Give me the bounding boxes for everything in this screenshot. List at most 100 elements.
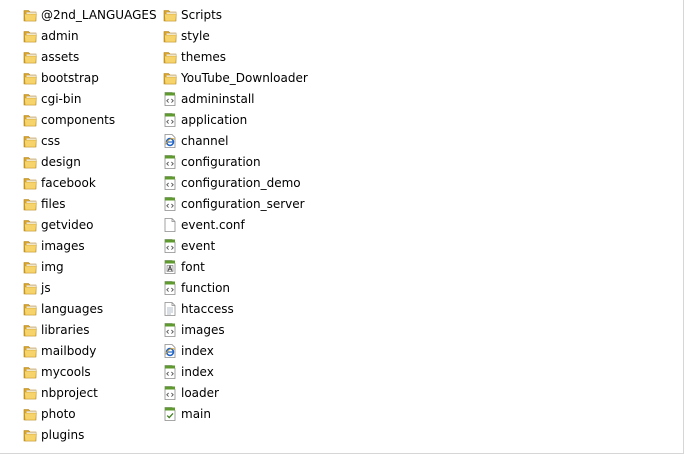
file-item-themes[interactable]: themes [162,46,309,67]
folder-icon [22,49,38,65]
file-item-components[interactable]: components [22,109,158,130]
file-item-img[interactable]: img [22,256,158,277]
folder-icon [22,112,38,128]
file-item-libraries[interactable]: libraries [22,319,158,340]
folder-icon [162,49,178,65]
file-item-languages[interactable]: languages [22,298,158,319]
folder-icon [22,91,38,107]
file-item-style[interactable]: style [162,25,309,46]
file-item-application[interactable]: application [162,109,309,130]
file-item-configuration-demo[interactable]: configuration_demo [162,172,309,193]
file-item-assets[interactable]: assets [22,46,158,67]
file-item-label: design [41,154,81,169]
file-item-js[interactable]: js [22,277,158,298]
file-item-mycools[interactable]: mycools [22,361,158,382]
file-item-function[interactable]: function [162,277,309,298]
file-item-label: YouTube_Downloader [181,70,308,85]
script-file-icon [162,154,178,170]
file-item-youtube-downloader[interactable]: YouTube_Downloader [162,67,309,88]
file-item-index[interactable]: index [162,340,309,361]
file-item-design[interactable]: design [22,151,158,172]
file-item-photo[interactable]: photo [22,403,158,424]
file-item-cgi-bin[interactable]: cgi-bin [22,88,158,109]
file-item-label: index [181,364,214,379]
file-item-bootstrap[interactable]: bootstrap [22,67,158,88]
file-item-label: font [181,259,205,274]
file-item-font[interactable]: font [162,256,309,277]
file-item-2nd-languages[interactable]: @2nd_LANGUAGES [22,4,158,25]
text-file-icon [162,301,178,317]
file-item-configuration-server[interactable]: configuration_server [162,193,309,214]
folder-icon [22,175,38,191]
file-item-label: components [41,112,116,127]
file-item-main[interactable]: main [162,403,309,424]
file-item-label: event.conf [181,217,245,232]
file-item-images[interactable]: images [162,319,309,340]
file-item-nbproject[interactable]: nbproject [22,382,158,403]
folder-icon [22,217,38,233]
file-item-label: admininstall [181,91,255,106]
file-item-label: channel [181,133,229,148]
file-item-event-conf[interactable]: event.conf [162,214,309,235]
folder-icon [22,364,38,380]
file-item-scripts[interactable]: Scripts [162,4,309,25]
folder-icon [22,154,38,170]
folder-icon [22,406,38,422]
file-item-label: style [181,28,210,43]
file-item-label: libraries [41,322,90,337]
file-item-index[interactable]: index [162,361,309,382]
file-list-pane: @2nd_LANGUAGESadmin assets bootstrap cgi-bi… [0,0,684,454]
file-item-admin[interactable]: admin [22,25,158,46]
file-item-label: css [41,133,61,148]
file-item-label: configuration_demo [181,175,301,190]
folder-icon [22,7,38,23]
file-item-images[interactable]: images [22,235,158,256]
folder-icon [22,28,38,44]
folder-icon [22,133,38,149]
file-item-admininstall[interactable]: admininstall [162,88,309,109]
file-item-getvideo[interactable]: getvideo [22,214,158,235]
file-item-label: application [181,112,248,127]
file-item-configuration[interactable]: configuration [162,151,309,172]
file-item-channel[interactable]: channel [162,130,309,151]
file-item-files[interactable]: files [22,193,158,214]
file-item-label: js [41,280,51,295]
file-item-label: htaccess [181,301,234,316]
file-item-label: files [41,196,66,211]
file-item-label: cgi-bin [41,91,82,106]
script-file-icon [162,196,178,212]
ie-html-file-icon [162,343,178,359]
file-item-loader[interactable]: loader [162,382,309,403]
file-item-label: img [41,259,64,274]
file-item-css[interactable]: css [22,130,158,151]
file-item-label: images [41,238,85,253]
file-column-2: Scripts style themes YouTube_Downloaderadmi… [162,4,309,424]
file-item-label: languages [41,301,104,316]
script-file-icon [162,238,178,254]
script-file-icon [162,112,178,128]
script-file-icon [162,364,178,380]
file-item-label: Scripts [181,7,223,22]
folder-icon [162,7,178,23]
script-file-icon [162,385,178,401]
file-item-facebook[interactable]: facebook [22,172,158,193]
folder-icon [22,70,38,86]
file-item-label: mailbody [41,343,97,358]
file-item-label: bootstrap [41,70,99,85]
file-item-label: assets [41,49,80,64]
file-item-event[interactable]: event [162,235,309,256]
file-item-label: configuration_server [181,196,305,211]
folder-icon [22,238,38,254]
file-item-label: index [181,343,214,358]
font-file-icon [162,259,178,275]
file-item-label: photo [41,406,76,421]
folder-icon [22,301,38,317]
folder-icon [162,28,178,44]
file-item-label: admin [41,28,79,43]
file-item-label: getvideo [41,217,94,232]
file-item-mailbody[interactable]: mailbody [22,340,158,361]
file-item-htaccess[interactable]: htaccess [162,298,309,319]
file-item-plugins[interactable]: plugins [22,424,158,445]
script-file-icon [162,280,178,296]
file-item-label: configuration [181,154,261,169]
